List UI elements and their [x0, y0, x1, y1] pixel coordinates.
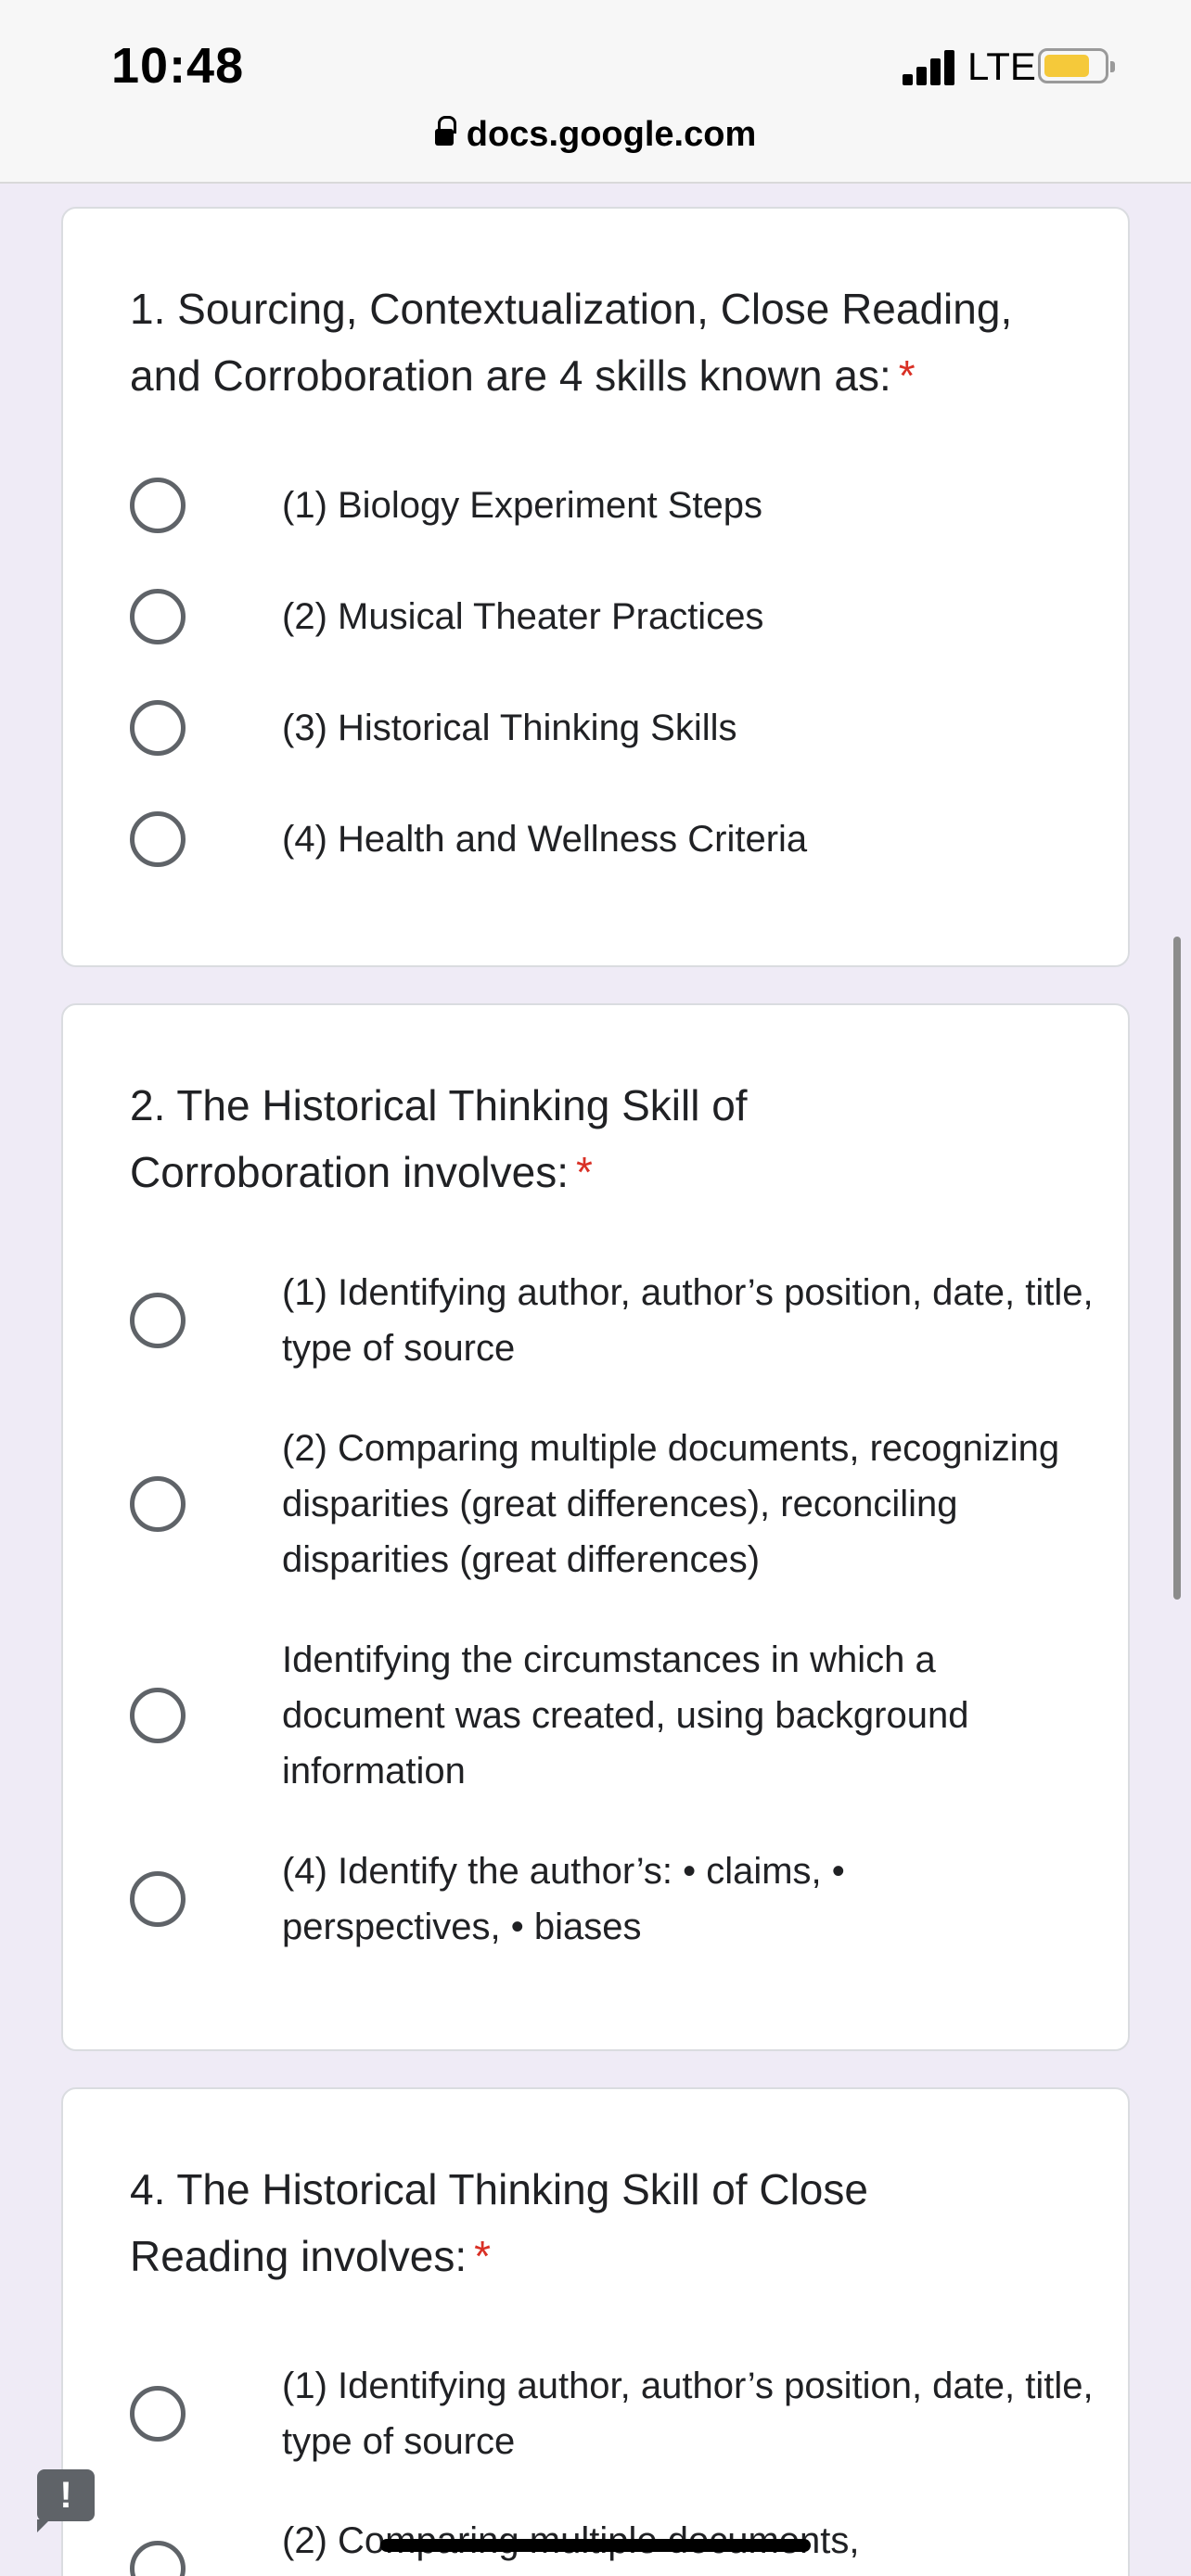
radio-button[interactable] [130, 811, 186, 867]
radio-button[interactable] [130, 478, 186, 533]
option-label: (3) Historical Thinking Skills [282, 708, 737, 748]
page-scrollbar[interactable] [1173, 937, 1181, 1600]
question-title-text: 4. The Historical Thinking Skill of Clos… [130, 2165, 868, 2280]
question-title: 4. The Historical Thinking Skill of Clos… [130, 2156, 965, 2289]
required-asterisk: * [898, 351, 916, 400]
question-card-2: 2. The Historical Thinking Skill of Corr… [61, 1003, 1130, 2051]
radio-button[interactable] [130, 589, 186, 644]
radio-option[interactable]: (1) Identifying author, author’s positio… [130, 1265, 1104, 1376]
option-label: (1) Identifying author, author’s positio… [282, 1272, 1094, 1369]
question-title: 2. The Historical Thinking Skill of Corr… [130, 1072, 835, 1205]
radio-button[interactable] [130, 1293, 186, 1348]
required-asterisk: * [474, 2232, 492, 2280]
option-label: (2) Comparing multiple documents, recogn… [282, 1428, 1060, 1580]
required-asterisk: * [576, 1148, 593, 1196]
question-title: 1. Sourcing, Contextualization, Close Re… [130, 275, 1076, 409]
exclamation-icon: ! [59, 2475, 72, 2516]
address-bar[interactable]: docs.google.com [0, 115, 1191, 155]
radio-option[interactable]: (2) Musical Theater Practices [130, 589, 1104, 644]
network-type: LTE [967, 45, 1036, 88]
option-label: (4) Identify the author’s: • claims, • p… [282, 1851, 845, 1947]
radio-option[interactable]: (4) Identify the author’s: • claims, • p… [130, 1843, 1104, 1955]
option-label: (2) Musical Theater Practices [282, 596, 764, 637]
radio-button[interactable] [130, 1688, 186, 1743]
lock-icon [434, 116, 456, 147]
home-indicator[interactable] [380, 2539, 811, 2552]
feedback-button[interactable]: ! [37, 2469, 95, 2532]
radio-button[interactable] [130, 1871, 186, 1927]
radio-option[interactable]: (1) Identifying author, author’s positio… [130, 2358, 1104, 2469]
url-text: docs.google.com [466, 115, 757, 154]
signal-icon [903, 48, 962, 85]
question-title-text: 2. The Historical Thinking Skill of Corr… [130, 1081, 748, 1196]
radio-button[interactable] [130, 2386, 186, 2442]
option-label: (4) Health and Wellness Criteria [282, 819, 808, 860]
radio-option[interactable]: (2) Comparing multiple documents, recogn… [130, 1421, 1104, 1588]
radio-option[interactable]: Identifying the circumstances in which a… [130, 1632, 1104, 1799]
radio-option[interactable]: (4) Health and Wellness Criteria [130, 811, 1104, 867]
question-card-1: 1. Sourcing, Contextualization, Close Re… [61, 207, 1130, 967]
browser-top-bar: 10:48 LTE docs.google.com [0, 0, 1191, 184]
radio-button[interactable] [130, 2541, 186, 2576]
radio-option[interactable]: (3) Historical Thinking Skills [130, 700, 1104, 756]
option-label: Identifying the circumstances in which a… [282, 1639, 969, 1792]
question-title-text: 1. Sourcing, Contextualization, Close Re… [130, 285, 1013, 400]
option-label: (1) Identifying author, author’s positio… [282, 2366, 1094, 2462]
question-card-4: 4. The Historical Thinking Skill of Clos… [61, 2087, 1130, 2576]
battery-icon [1038, 48, 1115, 83]
option-label: (1) Biology Experiment Steps [282, 485, 763, 526]
radio-button[interactable] [130, 700, 186, 756]
status-time: 10:48 [111, 38, 245, 94]
radio-option[interactable]: (1) Biology Experiment Steps [130, 478, 1104, 533]
radio-button[interactable] [130, 1476, 186, 1532]
